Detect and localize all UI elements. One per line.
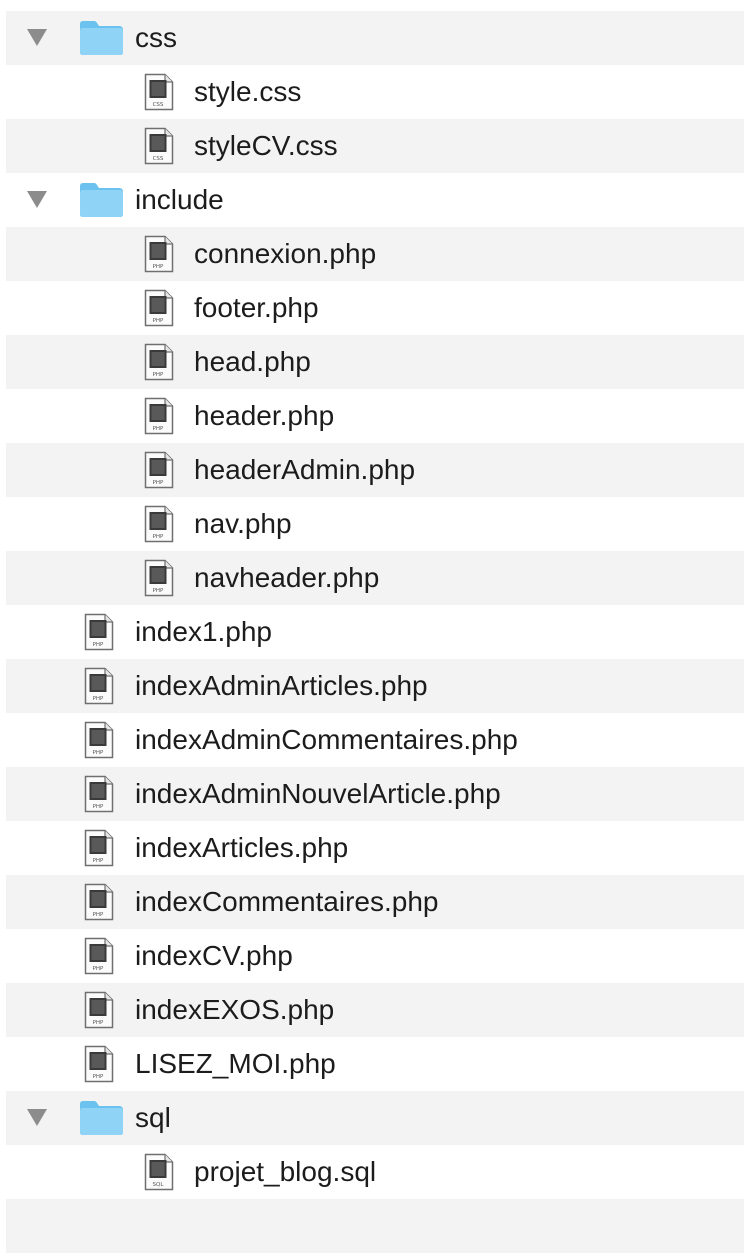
file-name: LISEZ_MOI.php — [135, 1048, 336, 1079]
file-name: style.css — [194, 76, 302, 107]
document-icon: PHP — [144, 289, 174, 327]
file-name: indexArticles.php — [135, 832, 349, 863]
file-row[interactable]: PHP navheader.php — [6, 551, 744, 605]
file-name: indexAdminNouvelArticle.php — [135, 778, 501, 809]
file-row[interactable]: PHP head.php — [6, 335, 744, 389]
folder-row[interactable]: include — [6, 173, 744, 227]
file-row[interactable]: PHP indexCV.php — [6, 929, 744, 983]
svg-text:PHP: PHP — [153, 318, 164, 324]
document-icon: PHP — [84, 775, 114, 813]
file-row[interactable]: PHP indexEXOS.php — [6, 983, 744, 1037]
file-row[interactable]: PHP connexion.php — [6, 227, 744, 281]
folder-name: sql — [135, 1102, 171, 1133]
folder-icon — [80, 183, 123, 217]
svg-text:PHP: PHP — [93, 804, 104, 810]
file-name: navheader.php — [194, 562, 380, 593]
svg-text:SQL: SQL — [153, 1182, 165, 1188]
file-row[interactable]: PHP index1.php — [6, 605, 744, 659]
svg-text:PHP: PHP — [153, 534, 164, 540]
file-row[interactable]: PHP LISEZ_MOI.php — [6, 1037, 744, 1091]
file-row[interactable]: PHP indexAdminArticles.php — [6, 659, 744, 713]
svg-text:CSS: CSS — [153, 102, 164, 108]
document-icon: PHP — [84, 937, 114, 975]
file-name: head.php — [194, 346, 311, 377]
disclosure-triangle-icon[interactable] — [27, 191, 47, 208]
svg-text:PHP: PHP — [93, 966, 104, 972]
file-name: indexCV.php — [135, 940, 293, 971]
document-icon: PHP — [144, 451, 174, 489]
document-icon: PHP — [84, 613, 114, 651]
document-icon: CSS — [144, 127, 174, 165]
svg-text:PHP: PHP — [93, 696, 104, 702]
document-icon: PHP — [84, 1045, 114, 1083]
file-row[interactable]: PHP indexCommentaires.php — [6, 875, 744, 929]
folder-row[interactable]: sql — [6, 1091, 744, 1145]
svg-text:PHP: PHP — [93, 858, 104, 864]
file-name: header.php — [194, 400, 335, 431]
disclosure-triangle-icon[interactable] — [27, 1109, 47, 1126]
file-row[interactable]: PHP indexAdminNouvelArticle.php — [6, 767, 744, 821]
document-icon: CSS — [144, 73, 174, 111]
file-name: index1.php — [135, 616, 273, 647]
folder-row[interactable]: css — [6, 11, 744, 65]
file-name: indexCommentaires.php — [135, 886, 439, 917]
document-icon: PHP — [84, 991, 114, 1029]
folder-name: include — [135, 184, 224, 215]
document-icon: PHP — [84, 829, 114, 867]
svg-text:PHP: PHP — [153, 480, 164, 486]
document-icon: PHP — [84, 667, 114, 705]
empty-row — [6, 1199, 744, 1253]
file-name: indexEXOS.php — [135, 994, 335, 1025]
file-name: indexAdminCommentaires.php — [135, 724, 518, 755]
svg-text:PHP: PHP — [153, 588, 164, 594]
file-row[interactable]: PHP nav.php — [6, 497, 744, 551]
file-name: projet_blog.sql — [194, 1156, 377, 1187]
file-row[interactable]: SQL projet_blog.sql — [6, 1145, 744, 1199]
file-name: headerAdmin.php — [194, 454, 416, 485]
document-icon: PHP — [144, 559, 174, 597]
file-name: nav.php — [194, 508, 292, 539]
svg-text:CSS: CSS — [153, 156, 164, 162]
file-row[interactable]: PHP indexArticles.php — [6, 821, 744, 875]
file-row[interactable]: PHP header.php — [6, 389, 744, 443]
svg-text:PHP: PHP — [93, 912, 104, 918]
file-tree: css CSS style.css CSS styleCV.css include PHP c… — [6, 11, 744, 1253]
svg-text:PHP: PHP — [93, 642, 104, 648]
file-name: footer.php — [194, 292, 319, 323]
svg-text:PHP: PHP — [93, 1074, 104, 1080]
document-icon: PHP — [144, 505, 174, 543]
document-icon: PHP — [84, 721, 114, 759]
document-icon: PHP — [84, 883, 114, 921]
svg-text:PHP: PHP — [153, 372, 164, 378]
file-name: styleCV.css — [194, 130, 338, 161]
folder-name: css — [135, 22, 177, 53]
document-icon: SQL — [144, 1153, 174, 1191]
svg-text:PHP: PHP — [153, 426, 164, 432]
svg-text:PHP: PHP — [153, 264, 164, 270]
svg-text:PHP: PHP — [93, 1020, 104, 1026]
folder-icon — [80, 1101, 123, 1135]
file-row[interactable]: CSS style.css — [6, 65, 744, 119]
document-icon: PHP — [144, 235, 174, 273]
file-name: connexion.php — [194, 238, 377, 269]
file-row[interactable]: PHP indexAdminCommentaires.php — [6, 713, 744, 767]
file-row[interactable]: CSS styleCV.css — [6, 119, 744, 173]
file-row[interactable]: PHP footer.php — [6, 281, 744, 335]
document-icon: PHP — [144, 343, 174, 381]
file-row[interactable]: PHP headerAdmin.php — [6, 443, 744, 497]
disclosure-triangle-icon[interactable] — [27, 29, 47, 46]
svg-text:PHP: PHP — [93, 750, 104, 756]
file-name: indexAdminArticles.php — [135, 670, 428, 701]
folder-icon — [80, 21, 123, 55]
document-icon: PHP — [144, 397, 174, 435]
